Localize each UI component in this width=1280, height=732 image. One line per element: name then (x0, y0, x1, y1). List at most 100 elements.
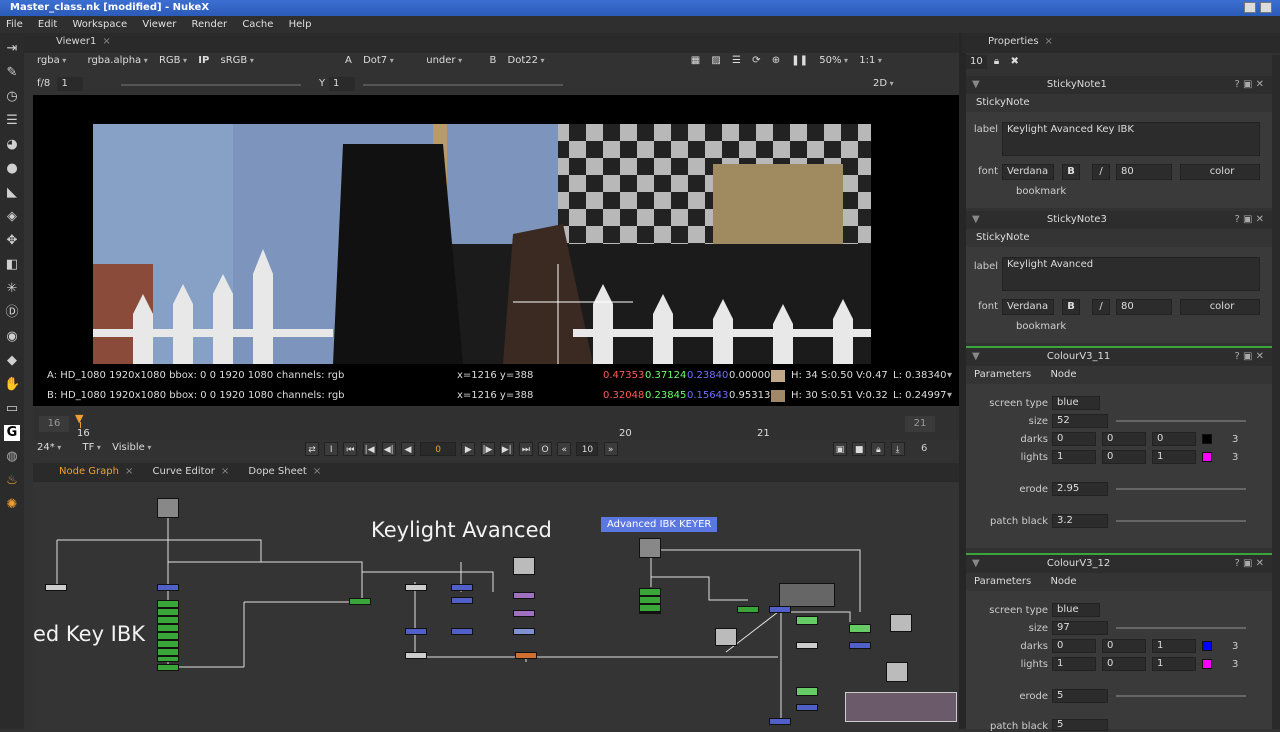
b-input-select[interactable]: Dot22 (504, 54, 564, 68)
draw-icon[interactable]: ✎ (4, 65, 20, 81)
darks-r-field[interactable]: 0 (1052, 639, 1096, 653)
keyer-stack-node[interactable] (157, 600, 179, 662)
lights-g-field[interactable]: 0 (1102, 657, 1146, 671)
italic-button[interactable]: / (1092, 299, 1110, 315)
collapse-icon[interactable]: ▼ (972, 79, 980, 90)
dot-node[interactable] (796, 642, 818, 649)
merge-node[interactable] (849, 642, 871, 649)
close-icon[interactable]: × (102, 36, 110, 47)
stop-icon[interactable]: ■ (852, 442, 867, 456)
merge-node[interactable] (451, 628, 473, 635)
darks-channels[interactable]: 3 (1232, 434, 1238, 445)
dot-node[interactable] (45, 584, 67, 591)
grade-node[interactable] (796, 687, 818, 696)
lights-b-field[interactable]: 1 (1152, 657, 1196, 671)
minimize-button[interactable] (1244, 2, 1256, 13)
close-icon[interactable]: × (313, 466, 321, 477)
darks-b-field[interactable]: 1 (1152, 639, 1196, 653)
loop-icon[interactable]: ⇄ (305, 442, 319, 456)
lights-r-field[interactable]: 1 (1052, 450, 1096, 464)
sticky-note-ibk[interactable]: ed Key IBK (33, 622, 145, 646)
size-slider[interactable] (1116, 420, 1246, 422)
size-field[interactable]: 52 (1052, 414, 1108, 428)
ocula-icon[interactable]: ✺ (4, 497, 20, 513)
node-name[interactable]: StickyNote3 (1047, 214, 1107, 225)
particles-icon[interactable]: ✳ (4, 281, 20, 297)
dot-node[interactable] (405, 584, 427, 591)
sticky-note-keylight[interactable]: Keylight Avanced (371, 518, 552, 542)
color-button[interactable]: color (1180, 299, 1260, 315)
merge-node[interactable] (769, 718, 791, 725)
export-icon[interactable]: ⤓ (890, 442, 905, 456)
darks-channels[interactable]: 3 (1232, 641, 1238, 652)
size-field[interactable]: 80 (1116, 164, 1172, 180)
read-node[interactable] (157, 498, 179, 518)
time-icon[interactable]: ◷ (4, 89, 20, 105)
filter-node[interactable] (513, 628, 535, 635)
views-icon[interactable]: ◉ (4, 329, 20, 345)
menu-cache[interactable]: Cache (236, 16, 279, 33)
image-icon[interactable]: ⇥ (4, 41, 20, 57)
node-name[interactable]: ColourV3_11 (1047, 351, 1110, 362)
bold-button[interactable]: B (1062, 299, 1080, 315)
transform-icon[interactable]: ✥ (4, 233, 20, 249)
furnace-icon[interactable]: ◍ (4, 449, 20, 465)
shuffle-node[interactable] (157, 584, 179, 591)
info-a-expand-icon[interactable]: ▾ (947, 366, 952, 386)
keylight-node[interactable] (349, 598, 371, 605)
zoom-select[interactable]: 50% (815, 54, 852, 68)
checkerboard-node[interactable] (890, 614, 912, 632)
filter-node[interactable] (513, 592, 535, 599)
tf-select[interactable]: TF (78, 441, 104, 455)
float-icon[interactable]: ? ▣ ✕ (1235, 211, 1265, 229)
lock-icon[interactable]: 🔒︎ (871, 442, 886, 456)
out-point-icon[interactable]: O (538, 442, 553, 456)
patch-black-field[interactable]: 5 (1052, 719, 1108, 731)
node-graph[interactable]: Keylight Avanced ed Key IBK Advanced IBK… (33, 482, 959, 729)
merge-node[interactable] (451, 597, 473, 604)
channel-icon[interactable]: ☰ (4, 113, 20, 129)
ibk-colour-node[interactable] (737, 606, 759, 613)
color-icon[interactable]: ◕ (4, 137, 20, 153)
alpha-select[interactable]: rgba.alpha (84, 54, 152, 68)
darks-g-field[interactable]: 0 (1102, 432, 1146, 446)
merge-node[interactable] (796, 704, 818, 711)
play-back-icon[interactable]: ◀ (400, 442, 415, 456)
patch-black-slider[interactable] (1116, 520, 1246, 522)
pause-icon[interactable]: ❚❚ (787, 54, 812, 68)
checkerboard-node[interactable] (715, 628, 737, 646)
backdrop-node[interactable] (779, 583, 835, 607)
screen-type-select[interactable]: blue (1052, 396, 1100, 410)
node-name[interactable]: StickyNote1 (1047, 79, 1107, 90)
darks-g-field[interactable]: 0 (1102, 639, 1146, 653)
wipe-icon[interactable]: ▦ (687, 54, 704, 68)
bookmark-checkbox[interactable]: bookmark (1016, 321, 1066, 332)
tab-properties[interactable]: Properties × (980, 33, 1061, 51)
step-field[interactable]: 10 (576, 442, 599, 456)
tab-node[interactable]: Node (1042, 576, 1084, 587)
node-graph-minimap[interactable] (845, 692, 957, 722)
menu-file[interactable]: File (0, 16, 29, 33)
colorspace-select[interactable]: sRGB (217, 54, 258, 68)
collapse-icon[interactable]: ▼ (972, 214, 980, 225)
next-key-icon[interactable]: ▶| (499, 442, 514, 456)
lights-channels[interactable]: 3 (1232, 452, 1238, 463)
size-field[interactable]: 80 (1116, 299, 1172, 315)
darks-swatch[interactable] (1202, 434, 1212, 444)
grade-node[interactable] (849, 624, 871, 633)
shuffle-node[interactable] (769, 606, 791, 613)
3d-icon[interactable]: ◧ (4, 257, 20, 273)
skip-forward-icon[interactable]: » (603, 442, 618, 456)
darks-r-field[interactable]: 0 (1052, 432, 1096, 446)
menu-workspace[interactable]: Workspace (66, 16, 133, 33)
tab-node-graph[interactable]: Node Graph × (51, 463, 141, 481)
darks-swatch[interactable] (1202, 641, 1212, 651)
merge-icon[interactable]: ◈ (4, 209, 20, 225)
close-icon[interactable]: × (221, 466, 229, 477)
tab-dope-sheet[interactable]: Dope Sheet × (240, 463, 329, 481)
fire-icon[interactable]: ♨ (4, 473, 20, 489)
properties-scrollbar[interactable] (1272, 55, 1280, 729)
skip-back-icon[interactable]: « (557, 442, 572, 456)
view-mode-select[interactable]: 2D (869, 77, 919, 91)
gain-field[interactable]: 1 (57, 77, 84, 91)
